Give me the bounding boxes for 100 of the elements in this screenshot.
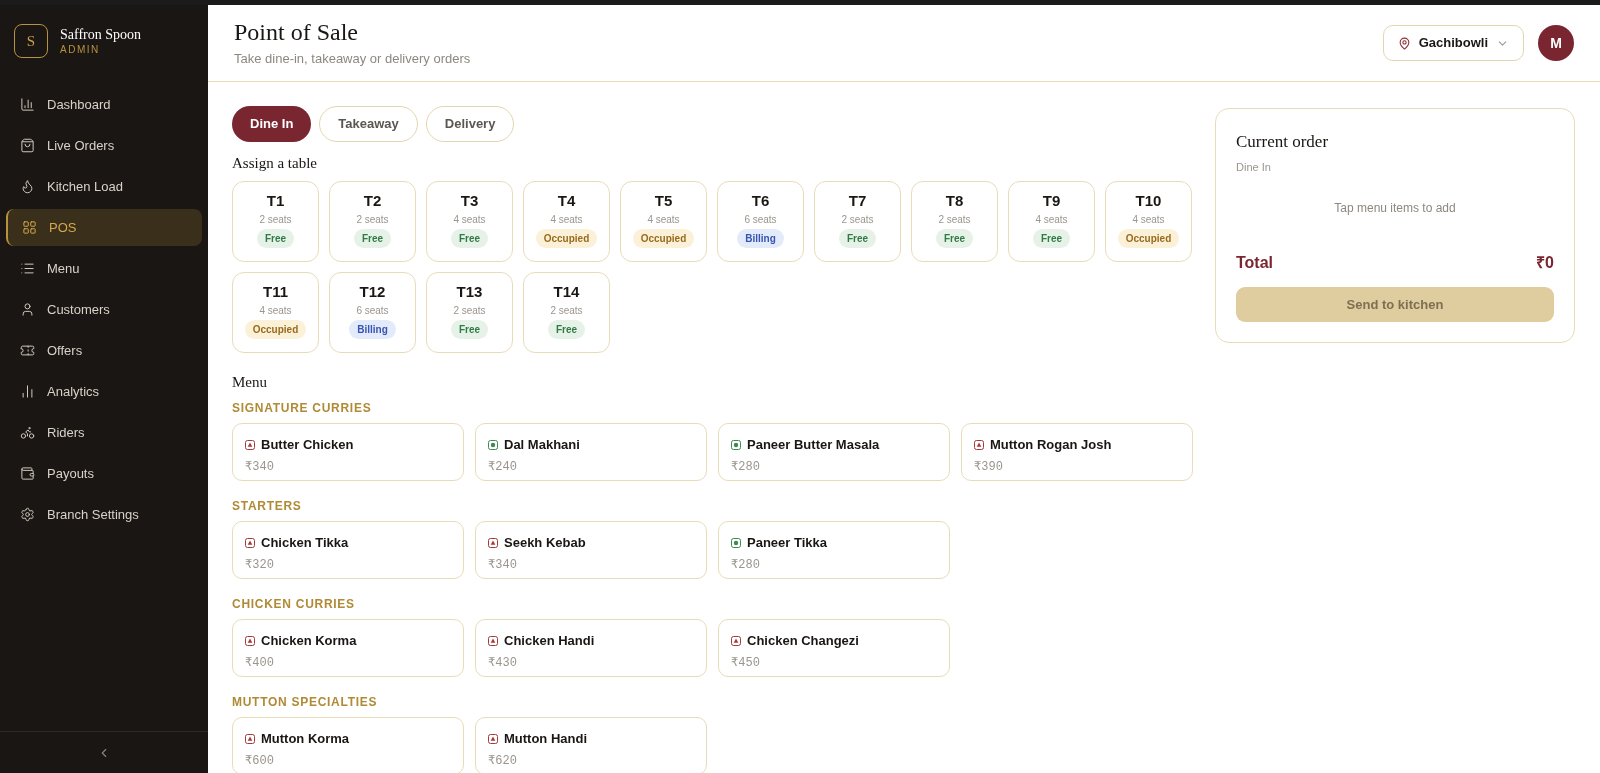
table-card[interactable]: T5 4 seats Occupied: [620, 180, 707, 262]
item-name: Chicken Handi: [504, 632, 595, 650]
item-price: ₹280: [731, 458, 761, 476]
item-price: ₹320: [245, 556, 275, 574]
table-name: T4: [557, 191, 576, 211]
menu-item-card[interactable]: Dal Makhani ₹240: [475, 423, 707, 481]
table-card[interactable]: T7 2 seats Free: [814, 180, 901, 262]
seat-count: 4 seats: [1132, 213, 1165, 228]
seat-count: 2 seats: [938, 213, 971, 228]
nav-item[interactable]: Offers: [6, 332, 202, 369]
user-icon: [20, 302, 35, 317]
non-veg-mark-icon: [731, 635, 741, 646]
status-badge: Billing: [349, 320, 396, 340]
bar-chart-icon: [20, 97, 35, 112]
nav-item[interactable]: Customers: [6, 291, 202, 328]
nav-item[interactable]: Branch Settings: [6, 496, 202, 533]
seat-count: 2 seats: [356, 213, 389, 228]
non-veg-mark-icon: [245, 733, 255, 744]
menu-item-card[interactable]: Butter Chicken ₹340: [232, 423, 464, 481]
non-veg-mark-icon: [245, 537, 255, 548]
item-price: ₹430: [488, 654, 518, 672]
category-heading: SIGNATURE CURRIES: [232, 400, 373, 417]
table-card[interactable]: T14 2 seats Free: [523, 271, 610, 353]
status-badge: Free: [935, 229, 974, 249]
table-card[interactable]: T1 2 seats Free: [232, 180, 319, 262]
item-price: ₹390: [974, 458, 1004, 476]
category-heading: CHICKEN CURRIES: [232, 596, 356, 613]
table-card[interactable]: T11 4 seats Occupied: [232, 271, 319, 353]
table-card[interactable]: T8 2 seats Free: [911, 180, 998, 262]
table-name: T1: [266, 191, 285, 211]
nav-item[interactable]: Menu: [6, 250, 202, 287]
nav-item[interactable]: Riders: [6, 414, 202, 451]
item-price: ₹620: [488, 752, 518, 770]
menu-item-card[interactable]: Chicken Handi ₹430: [475, 619, 707, 677]
section-heading: Assign a table: [232, 154, 318, 173]
seat-count: 6 seats: [356, 304, 389, 319]
nav-item[interactable]: Live Orders: [6, 127, 202, 164]
category-heading: STARTERS: [232, 498, 303, 515]
item-price: ₹340: [488, 556, 518, 574]
menu-item-card[interactable]: Chicken Korma ₹400: [232, 619, 464, 677]
total-amount: ₹0: [1536, 253, 1554, 273]
table-card[interactable]: T2 2 seats Free: [329, 180, 416, 262]
table-card[interactable]: T4 4 seats Occupied: [523, 180, 610, 262]
status-badge: Free: [256, 229, 295, 249]
shopping-bag-icon: [20, 138, 35, 153]
seat-count: 4 seats: [1035, 213, 1068, 228]
nav-item[interactable]: Analytics: [6, 373, 202, 410]
status-badge: Free: [450, 229, 489, 249]
item-name: Chicken Tikka: [261, 534, 349, 552]
table-name: T6: [751, 191, 770, 211]
table-card[interactable]: T6 6 seats Billing: [717, 180, 804, 262]
menu-item-card[interactable]: Mutton Rogan Josh ₹390: [961, 423, 1193, 481]
table-card[interactable]: T12 6 seats Billing: [329, 271, 416, 353]
table-name: T10: [1135, 191, 1162, 211]
table-card[interactable]: T9 4 seats Free: [1008, 180, 1095, 262]
item-name: Butter Chicken: [261, 436, 354, 454]
nav-item[interactable]: Payouts: [6, 455, 202, 492]
table-name: T13: [456, 282, 483, 302]
user-avatar[interactable]: M: [1538, 25, 1574, 61]
status-badge: Free: [547, 320, 586, 340]
veg-mark-icon: [731, 537, 741, 548]
table-card[interactable]: T13 2 seats Free: [426, 271, 513, 353]
status-badge: Free: [353, 229, 392, 249]
item-name: Mutton Rogan Josh: [990, 436, 1112, 454]
nav-item[interactable]: Dashboard: [6, 86, 202, 123]
item-price: ₹400: [245, 654, 275, 672]
table-card[interactable]: T3 4 seats Free: [426, 180, 513, 262]
total-label: Total: [1236, 253, 1274, 273]
menu-item-card[interactable]: Paneer Tikka ₹280: [718, 521, 950, 579]
table-name: T5: [654, 191, 673, 211]
menu-item-card[interactable]: Chicken Changezi ₹450: [718, 619, 950, 677]
menu-item-card[interactable]: Seekh Kebab ₹340: [475, 521, 707, 579]
seat-count: 2 seats: [550, 304, 583, 319]
non-veg-mark-icon: [245, 439, 255, 450]
bike-icon: [20, 425, 35, 440]
nav-item[interactable]: Kitchen Load: [6, 168, 202, 205]
branch-select[interactable]: Gachibowli: [1382, 25, 1524, 61]
flame-icon: [20, 179, 35, 194]
item-price: ₹280: [731, 556, 761, 574]
order-type-tab[interactable]: Dine In: [232, 106, 312, 142]
seat-count: 4 seats: [453, 213, 486, 228]
status-badge: Billing: [737, 229, 784, 249]
menu-item-card[interactable]: Chicken Tikka ₹320: [232, 521, 464, 579]
grid-icon: [22, 220, 37, 235]
item-price: ₹450: [731, 654, 761, 672]
brand-role: ADMIN: [60, 44, 101, 55]
nav-item[interactable]: POS: [6, 209, 202, 246]
table-card[interactable]: T10 4 seats Occupied: [1105, 180, 1192, 262]
page-subtitle: Take dine-in, takeaway or delivery orders: [234, 50, 471, 69]
menu-item-card[interactable]: Paneer Butter Masala ₹280: [718, 423, 950, 481]
table-name: T9: [1042, 191, 1061, 211]
non-veg-mark-icon: [245, 635, 255, 646]
non-veg-mark-icon: [488, 733, 498, 744]
item-name: Dal Makhani: [504, 436, 580, 454]
brand-name: Saffron Spoon: [60, 27, 142, 42]
non-veg-mark-icon: [974, 439, 984, 450]
seat-count: 4 seats: [550, 213, 583, 228]
table-name: T12: [359, 282, 386, 302]
settings-icon: [20, 507, 35, 522]
status-badge: Occupied: [1117, 229, 1180, 249]
